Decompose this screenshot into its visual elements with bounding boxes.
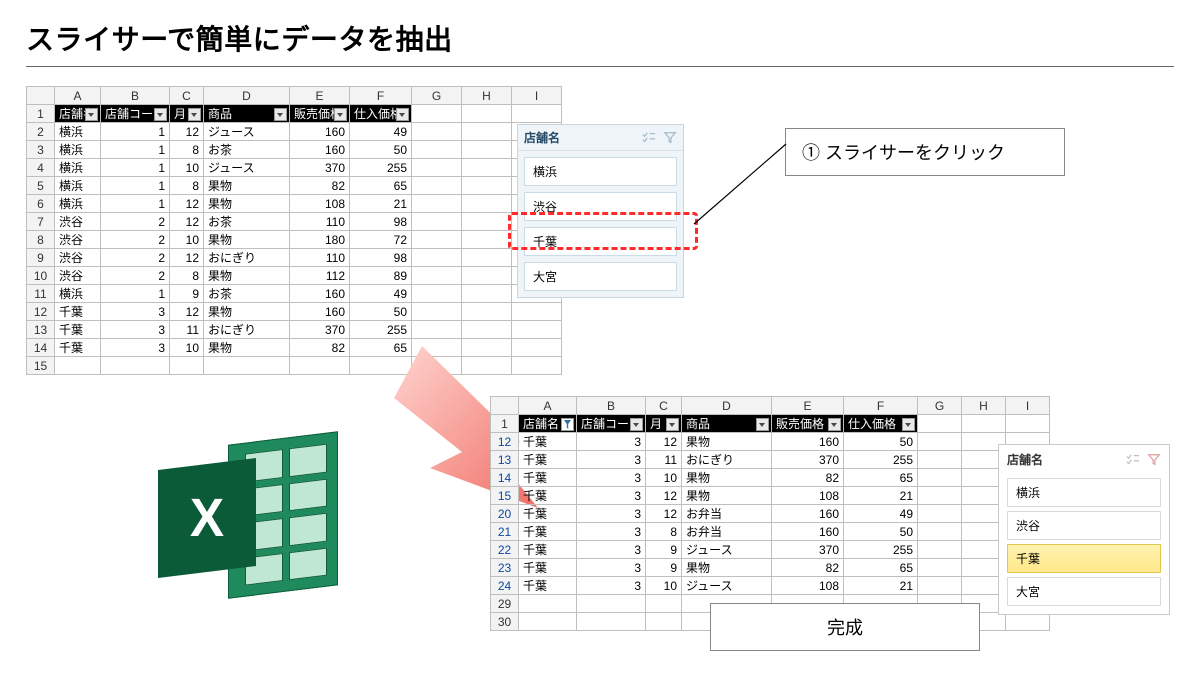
clear-filter-icon[interactable] bbox=[663, 131, 677, 145]
slicer-item[interactable]: 横浜 bbox=[524, 157, 677, 186]
slicer-item[interactable]: 渋谷 bbox=[1007, 511, 1161, 540]
slicer-item[interactable]: 渋谷 bbox=[524, 192, 677, 221]
slicer-item[interactable]: 千葉 bbox=[524, 227, 677, 256]
callout-done: 完成 bbox=[710, 603, 980, 651]
page-title: スライサーで簡単にデータを抽出 bbox=[26, 18, 1174, 58]
slicer-item[interactable]: 大宮 bbox=[1007, 577, 1161, 606]
clear-filter-icon[interactable] bbox=[1147, 453, 1161, 467]
slicer-panel-after[interactable]: 店舗名 横浜渋谷千葉大宮 bbox=[998, 444, 1170, 615]
spreadsheet-before: ABCDEFGHI1店舗名店舗コード月商品販売価格仕入価格2横浜112ジュース1… bbox=[26, 86, 562, 375]
slicer-panel-before[interactable]: 店舗名 横浜渋谷千葉大宮 bbox=[517, 124, 684, 298]
slicer-item[interactable]: 大宮 bbox=[524, 262, 677, 291]
multi-select-icon[interactable] bbox=[1126, 453, 1140, 467]
slicer-item[interactable]: 横浜 bbox=[1007, 478, 1161, 507]
callout-step1: ① スライサーをクリック bbox=[785, 128, 1065, 176]
excel-icon: X bbox=[158, 430, 338, 600]
slicer-item[interactable]: 千葉 bbox=[1007, 544, 1161, 573]
multi-select-icon[interactable] bbox=[642, 131, 656, 145]
slicer-title: 店舗名 bbox=[524, 129, 560, 146]
title-rule bbox=[26, 66, 1174, 67]
slicer-title: 店舗名 bbox=[1007, 451, 1043, 468]
callout-leader bbox=[688, 142, 788, 232]
spreadsheet-after: ABCDEFGHI1店舗名店舗コード月商品販売価格仕入価格12千葉312果物16… bbox=[490, 396, 1050, 631]
